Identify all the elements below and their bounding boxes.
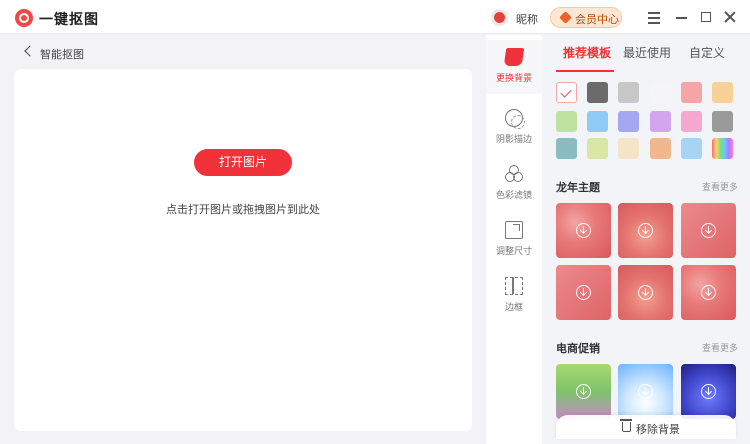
paint-bucket-icon bbox=[503, 48, 525, 66]
open-image-button[interactable]: 打开图片 bbox=[194, 149, 292, 176]
template-thumb[interactable] bbox=[681, 364, 736, 419]
template-thumb[interactable] bbox=[618, 265, 673, 320]
color-swatch[interactable] bbox=[681, 82, 702, 103]
title-bar: 一键抠图 昵称 会员中心 bbox=[0, 0, 750, 34]
tool-resize[interactable]: 调整尺寸 bbox=[486, 213, 542, 267]
color-swatch[interactable] bbox=[618, 111, 639, 132]
avatar[interactable] bbox=[491, 9, 508, 26]
tool-border[interactable]: 边框 bbox=[486, 269, 542, 323]
shadow-outline-icon bbox=[505, 109, 525, 129]
download-icon bbox=[638, 384, 653, 399]
tool-label: 更换背景 bbox=[495, 73, 532, 83]
tool-label: 边框 bbox=[504, 302, 523, 312]
color-swatch[interactable] bbox=[681, 138, 702, 159]
color-swatch[interactable] bbox=[556, 138, 577, 159]
tab-indicator bbox=[556, 70, 614, 72]
see-more-link[interactable]: 查看更多 bbox=[702, 180, 738, 193]
trash-icon bbox=[620, 419, 632, 432]
template-thumb[interactable] bbox=[618, 364, 673, 419]
menu-icon[interactable] bbox=[645, 8, 663, 26]
section-title-ecommerce: 电商促销 bbox=[556, 343, 600, 355]
vip-center-button[interactable]: 会员中心 bbox=[550, 7, 622, 28]
color-swatch[interactable] bbox=[556, 111, 577, 132]
vip-center-label: 会员中心 bbox=[575, 14, 619, 26]
download-icon bbox=[701, 384, 716, 399]
download-icon bbox=[576, 223, 591, 238]
tab-recommended[interactable]: 推荐模板 bbox=[563, 44, 611, 61]
template-thumb[interactable] bbox=[681, 203, 736, 258]
color-swatch[interactable] bbox=[712, 111, 733, 132]
maximize-icon[interactable] bbox=[697, 8, 715, 26]
tool-color-filter[interactable]: 色彩滤镜 bbox=[486, 157, 542, 211]
download-icon bbox=[638, 285, 653, 300]
diamond-icon bbox=[559, 11, 572, 24]
color-swatch[interactable] bbox=[587, 82, 608, 103]
swatch-custom-color[interactable] bbox=[712, 138, 733, 159]
template-thumb[interactable] bbox=[618, 203, 673, 258]
border-icon bbox=[505, 277, 523, 295]
download-icon bbox=[576, 285, 591, 300]
app-title: 一键抠图 bbox=[39, 11, 99, 27]
template-thumb[interactable] bbox=[681, 265, 736, 320]
download-icon bbox=[638, 223, 653, 238]
background-panel: 推荐模板 最近使用 自定义 龙年主题 查看更多 电商促销 查看更多 移除背景 bbox=[542, 35, 750, 444]
remove-background-label: 移除背景 bbox=[636, 424, 680, 436]
tool-change-background[interactable]: 更换背景 bbox=[486, 40, 542, 94]
nickname[interactable]: 昵称 bbox=[516, 11, 538, 27]
resize-icon bbox=[505, 221, 523, 239]
tab-recent[interactable]: 最近使用 bbox=[623, 44, 671, 61]
tool-label: 阴影描边 bbox=[495, 134, 532, 144]
color-swatch[interactable] bbox=[587, 111, 608, 132]
back-label: 智能抠图 bbox=[40, 49, 84, 61]
tool-label: 调整尺寸 bbox=[495, 246, 532, 256]
color-swatch[interactable] bbox=[618, 82, 639, 103]
tool-shadow-outline[interactable]: 阴影描边 bbox=[486, 101, 542, 155]
download-icon bbox=[701, 285, 716, 300]
color-swatch[interactable] bbox=[650, 111, 671, 132]
template-thumb[interactable] bbox=[556, 265, 611, 320]
download-icon bbox=[576, 384, 591, 399]
drop-area[interactable]: 打开图片 点击打开图片或拖拽图片到此处 bbox=[14, 69, 472, 431]
color-swatch[interactable] bbox=[712, 82, 733, 103]
section-title-dragon-year: 龙年主题 bbox=[556, 182, 600, 194]
chevron-left-icon bbox=[24, 45, 36, 57]
minimize-icon[interactable] bbox=[673, 8, 691, 26]
drop-hint: 点击打开图片或拖拽图片到此处 bbox=[166, 204, 320, 216]
close-icon[interactable] bbox=[721, 8, 739, 26]
template-thumb[interactable] bbox=[556, 203, 611, 258]
color-swatch[interactable] bbox=[587, 138, 608, 159]
color-swatch[interactable] bbox=[650, 138, 671, 159]
swatch-no-background[interactable] bbox=[556, 82, 577, 103]
download-icon bbox=[701, 223, 716, 238]
color-swatch[interactable] bbox=[681, 111, 702, 132]
app-logo-icon bbox=[15, 9, 33, 27]
template-thumb[interactable] bbox=[556, 364, 611, 419]
color-filter-icon bbox=[505, 165, 523, 183]
tool-sidebar: 更换背景 阴影描边 色彩滤镜 调整尺寸 边框 bbox=[486, 35, 542, 444]
tab-custom[interactable]: 自定义 bbox=[689, 44, 725, 61]
color-swatch[interactable] bbox=[650, 82, 671, 103]
color-swatch[interactable] bbox=[618, 138, 639, 159]
see-more-link[interactable]: 查看更多 bbox=[702, 341, 738, 354]
remove-background-button[interactable]: 移除背景 bbox=[556, 415, 736, 439]
tool-label: 色彩滤镜 bbox=[495, 190, 532, 200]
